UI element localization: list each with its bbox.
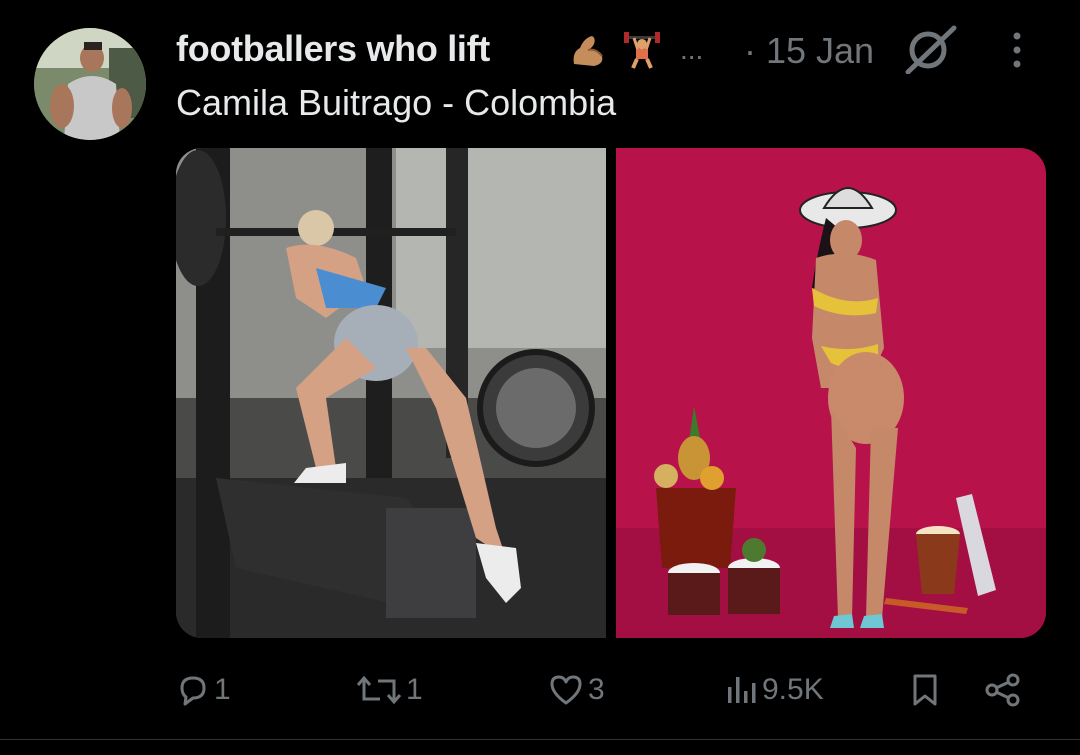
media-photo-portrait[interactable] [616, 148, 1046, 638]
tweet-header: footballers who lift ... · 15 Jan [176, 24, 1046, 76]
grok-icon[interactable] [904, 22, 960, 74]
avatar-photo [34, 28, 146, 140]
author-avatar[interactable] [34, 28, 146, 140]
like-button[interactable]: 3 [548, 660, 605, 720]
portrait-photo [616, 148, 1046, 638]
media-grid [176, 148, 1046, 638]
heart-icon [550, 675, 582, 705]
bookmark-button[interactable] [908, 660, 942, 720]
author-name[interactable]: footballers who lift [176, 28, 490, 70]
retweet-button[interactable]: 1 [356, 660, 423, 720]
retweet-icon [356, 675, 402, 705]
author-name-truncation: ... [680, 34, 704, 65]
tweet-divider [0, 739, 1080, 740]
reply-button[interactable]: 1 [176, 660, 231, 720]
like-count: 3 [588, 673, 605, 706]
views-icon [728, 677, 756, 703]
more-vertical-icon[interactable] [1010, 30, 1024, 70]
share-icon [985, 673, 1020, 707]
reply-icon [180, 676, 206, 706]
reply-count: 1 [214, 673, 231, 706]
flexed-biceps-emoji [573, 36, 603, 66]
tweet-date[interactable]: · 15 Jan [744, 30, 874, 72]
share-button[interactable] [984, 660, 1022, 720]
views-count: 9.5K [762, 673, 824, 706]
tweet-action-bar: 1 1 3 9.5K [0, 660, 1080, 720]
bookmark-icon [913, 674, 937, 706]
gym-photo [176, 148, 606, 638]
views-button[interactable]: 9.5K [724, 660, 824, 720]
weightlifter-emoji [624, 32, 660, 69]
media-photo-gym[interactable] [176, 148, 606, 638]
retweet-count: 1 [406, 673, 423, 706]
tweet-text: Camila Buitrago - Colombia [176, 82, 617, 123]
